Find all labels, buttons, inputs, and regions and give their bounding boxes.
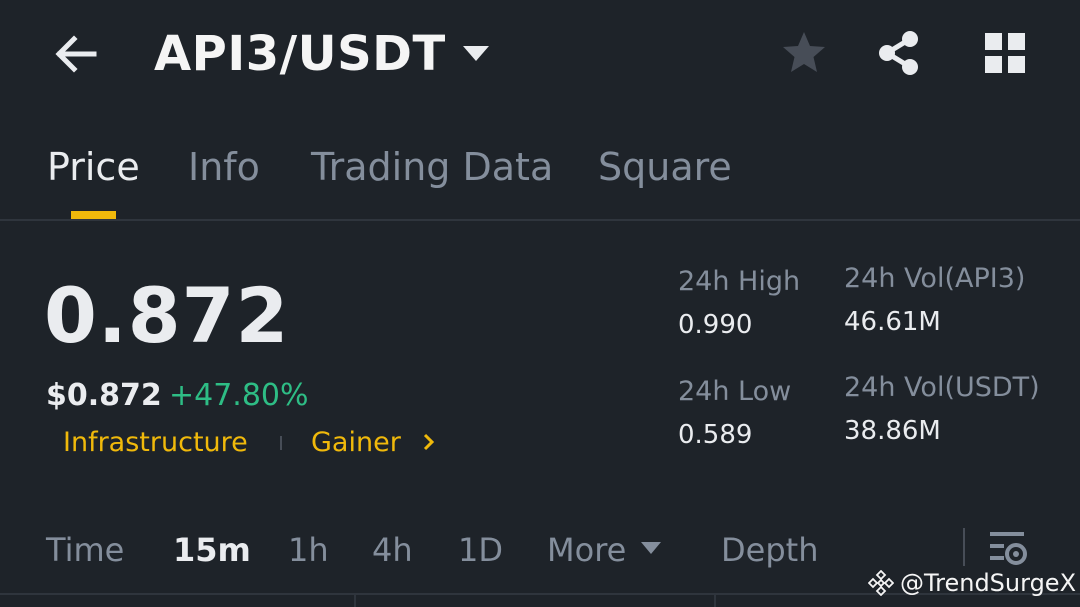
vol-quote-24h-value: 38.86M [844,416,941,446]
tab-trading-data[interactable]: Trading Data [311,142,553,192]
interval-1h[interactable]: 1h [288,528,329,572]
vol-base-24h-value: 46.61M [844,307,941,337]
interval-more[interactable]: More [547,528,626,572]
tag-separator [280,436,282,450]
depth-tab[interactable]: Depth [721,528,818,572]
low-24h-value: 0.589 [678,420,753,450]
last-price: 0.872 [44,271,290,360]
chart-settings-icon[interactable] [988,528,1028,568]
binance-logo-icon [868,570,894,596]
interval-1d[interactable]: 1D [458,528,503,572]
vol-quote-24h-label: 24h Vol(USDT) [844,372,1040,403]
high-24h-label: 24h High [678,266,801,297]
price-change-percent: +47.80% [169,378,309,413]
interval-time[interactable]: Time [46,528,124,572]
tab-square[interactable]: Square [598,142,732,192]
tabs-divider [0,219,1080,221]
chart-grid-tick [354,593,356,607]
share-icon[interactable] [876,29,922,77]
watermark-handle: @TrendSurgeX [900,569,1077,597]
grid-icon[interactable] [984,32,1026,74]
caret-down-icon[interactable] [461,42,491,66]
star-icon[interactable] [780,29,828,77]
interval-15m[interactable]: 15m [173,528,251,572]
high-24h-value: 0.990 [678,310,753,340]
active-tab-indicator [71,211,116,219]
caret-down-icon[interactable] [640,540,662,556]
interval-4h[interactable]: 4h [372,528,413,572]
chevron-right-icon[interactable] [422,432,436,452]
tab-info[interactable]: Info [188,142,260,192]
back-arrow-icon[interactable] [52,30,100,78]
toolbar-separator [963,528,965,566]
trading-pair-title[interactable]: API3/USDT [154,24,446,84]
tag-gainer[interactable]: Gainer [311,424,401,462]
tag-infrastructure[interactable]: Infrastructure [63,424,248,462]
low-24h-label: 24h Low [678,376,792,407]
usd-price: $0.872 [46,378,162,413]
tab-price[interactable]: Price [47,142,140,192]
chart-grid-tick [714,593,716,607]
vol-base-24h-label: 24h Vol(API3) [844,263,1026,294]
